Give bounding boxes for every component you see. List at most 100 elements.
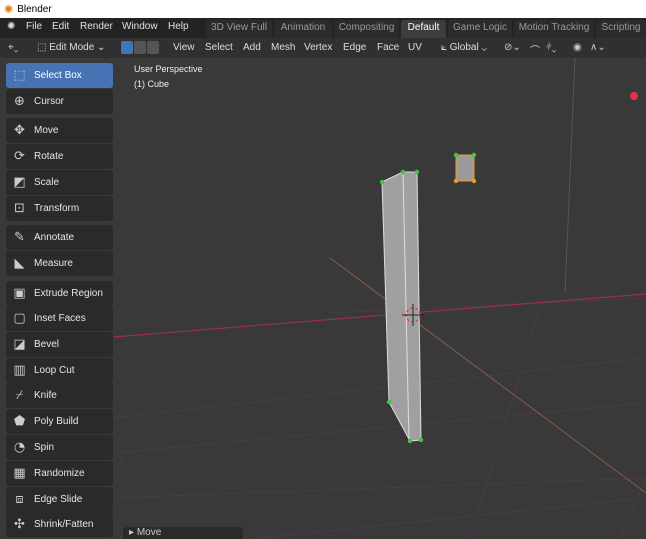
viewport-header: ⌖⌄ ⬚ Edit Mode ⌄ View Select Add Mesh Ve… [0,38,646,58]
menu-select[interactable]: Select [205,42,233,53]
edge-slide-icon: ⧈ [15,492,24,507]
tool-label: Cursor [34,96,65,107]
vertex-select-icon[interactable] [121,41,133,54]
blender-logo-icon: ✺ [4,3,14,16]
menu-file[interactable]: File [26,21,42,32]
menu-mesh[interactable]: Mesh [271,42,295,53]
title-bar: ✺ Blender [0,0,646,18]
select-mode-group [121,41,160,57]
snap-target-icon[interactable]: ⫩⌄ [546,42,556,53]
top-menu-bar: ✺ File Edit Render Window Help 3D View F… [0,18,646,38]
inset-icon: ▢ [13,311,26,326]
tab-scripting[interactable]: Scripting [596,20,646,38]
falloff-icon[interactable]: ∧⌄ [590,42,606,53]
scale-icon: ◩ [13,175,26,190]
last-operator-panel[interactable]: ▸ Move [123,527,243,539]
tool-label: Shrink/Fatten [34,519,94,530]
tool-annotate[interactable]: ✎ Annotate [6,225,113,250]
tab-default[interactable]: Default [401,20,446,38]
cursor-icon: ⊕ [14,94,25,109]
tool-transform[interactable]: ⊡ Transform [6,196,113,221]
tab-motion-tracking[interactable]: Motion Tracking [514,20,594,38]
menu-uv[interactable]: UV [408,42,422,53]
active-object-label: (1) Cube [134,79,170,89]
tool-inset-faces[interactable]: ▢ Inset Faces [6,306,113,331]
proportional-edit-icon[interactable]: ◉ [573,42,582,53]
randomize-icon: ▦ [13,466,26,481]
tool-label: Knife [34,390,57,401]
tool-poly-build[interactable]: ⬟ Poly Build [6,409,113,434]
mode-label: Edit Mode [49,42,95,53]
mode-dropdown[interactable]: ⬚ Edit Mode ⌄ [37,42,105,53]
shrink-fatten-icon: ✣ [14,517,25,532]
tool-label: Scale [34,177,60,188]
tool-label: Transform [34,203,80,214]
tab-animation[interactable]: Animation [274,20,332,38]
annotate-icon: ✎ [14,230,25,245]
transform-icon: ⊡ [14,201,25,216]
tool-randomize[interactable]: ▦ Randomize [6,461,113,486]
menu-edit[interactable]: Edit [52,21,69,32]
x-axis-line [112,293,646,338]
tool-knife[interactable]: ⌿ Knife [6,383,113,408]
mesh-object [381,154,475,442]
move-icon: ✥ [14,123,25,138]
tool-label: Annotate [34,232,75,243]
rotate-icon: ⟳ [14,149,25,164]
tool-scale[interactable]: ◩ Scale [6,170,113,195]
menu-render[interactable]: Render [80,21,113,32]
tool-cursor[interactable]: ⊕ Cursor [6,89,113,114]
tool-label: Measure [34,258,73,269]
tool-select-box[interactable]: ⬚ Select Box [6,63,113,88]
blender-menu-icon[interactable]: ✺ [7,21,15,32]
tab-3d-view-full[interactable]: 3D View Full [206,20,272,38]
spin-icon: ◔ [13,440,26,455]
tool-edge-slide[interactable]: ⧈ Edge Slide [6,487,113,512]
knife-icon: ⌿ [15,388,24,403]
tool-label: Select Box [34,70,82,81]
tool-label: Move [34,125,59,136]
tool-label: Randomize [34,468,85,479]
tool-label: Poly Build [34,416,79,427]
menu-window[interactable]: Window [122,21,158,32]
tab-game-logic[interactable]: Game Logic [448,20,512,38]
tool-spin[interactable]: ◔ Spin [6,435,113,460]
tool-rotate[interactable]: ⟳ Rotate [6,144,113,169]
poly-build-icon: ⬟ [13,414,26,429]
edge-select-icon[interactable] [134,41,146,54]
pivot-icon[interactable]: ⊘⌄ [504,42,521,53]
tool-label: Edge Slide [34,494,83,505]
measure-icon: ◣ [14,256,25,271]
last-operator-label: Move [136,527,162,538]
menu-add[interactable]: Add [243,42,261,53]
orientation-dropdown[interactable]: ⟀ Global ⌄ [441,42,487,53]
light-point [630,92,638,100]
editor-type-icon[interactable]: ⌖⌄ [8,42,18,53]
loop-cut-icon: ▥ [13,363,26,378]
tool-bevel[interactable]: ◪ Bevel [6,332,113,357]
orientation-label: Global [449,42,479,53]
tool-shrink-fatten[interactable]: ✣ Shrink/Fatten [6,512,113,537]
tool-label: Inset Faces [34,313,86,324]
menu-face[interactable]: Face [377,42,399,53]
window-title: Blender [17,3,52,15]
tool-loop-cut[interactable]: ▥ Loop Cut [6,358,113,383]
menu-view[interactable]: View [173,42,195,53]
snap-icon[interactable]: ⌒ [530,42,540,57]
bevel-icon: ◪ [13,337,26,352]
tool-measure[interactable]: ◣ Measure [6,251,113,276]
menu-help[interactable]: Help [168,21,189,32]
y-axis-line [329,257,646,494]
floor-grid [112,297,646,539]
tab-compositing[interactable]: Compositing [334,20,399,38]
tool-extrude-region[interactable]: ▣ Extrude Region [6,281,113,306]
face-select-icon[interactable] [147,41,159,54]
extrude-icon: ▣ [13,286,26,301]
tool-label: Loop Cut [34,365,75,376]
select-box-icon: ⬚ [13,68,26,83]
tool-move[interactable]: ✥ Move [6,118,113,143]
menu-vertex[interactable]: Vertex [304,42,332,53]
light-line [564,58,576,294]
tool-label: Extrude Region [34,288,103,299]
menu-edge[interactable]: Edge [343,42,366,53]
